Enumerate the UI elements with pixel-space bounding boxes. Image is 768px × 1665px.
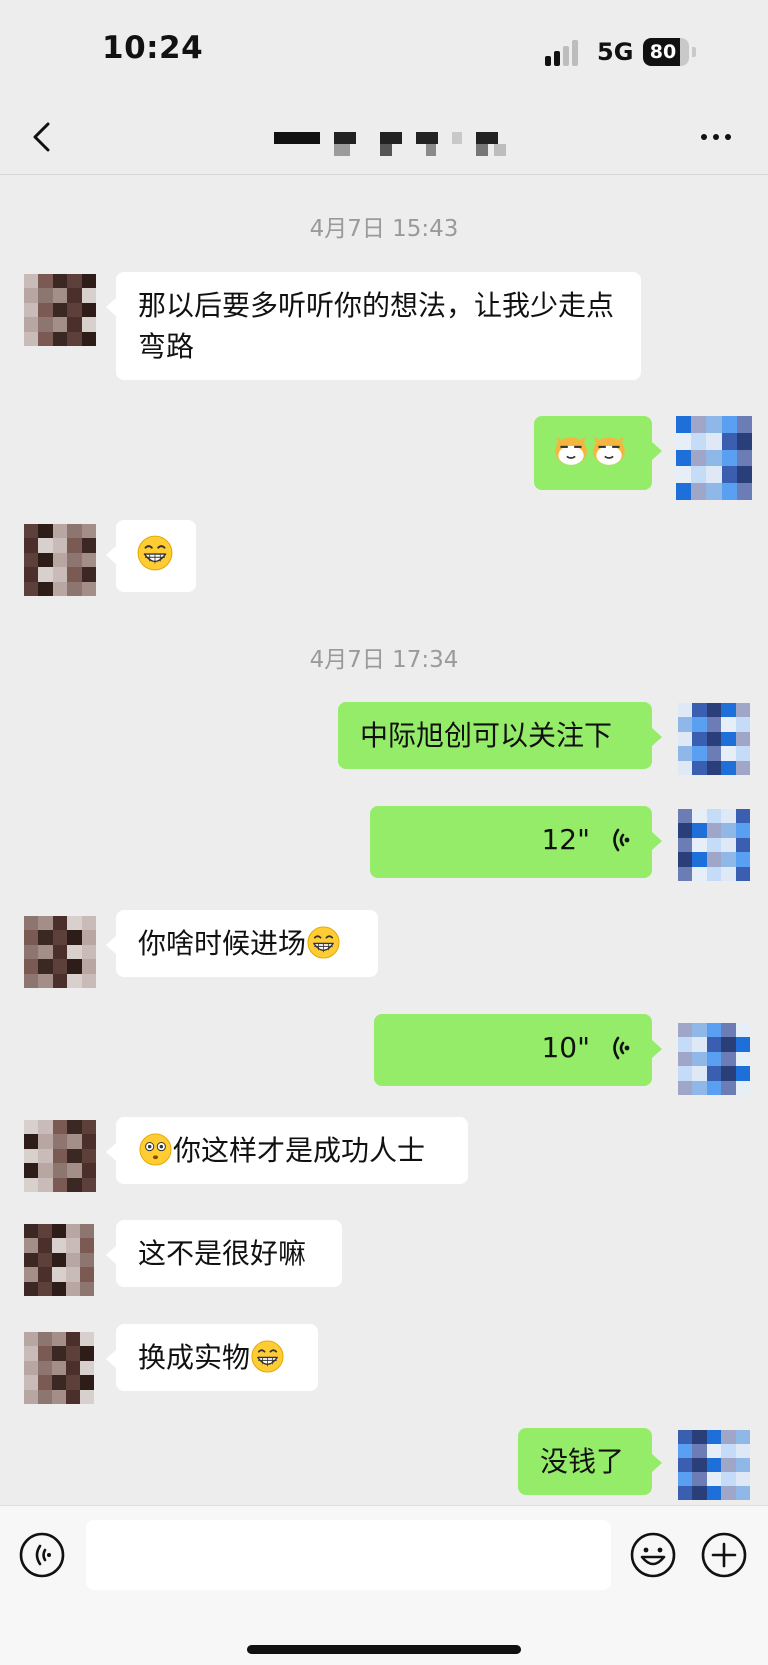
smiley-icon[interactable] <box>629 1531 677 1579</box>
contact-avatar[interactable] <box>24 1120 96 1192</box>
my-avatar[interactable] <box>678 1023 750 1095</box>
message-bubble-incoming[interactable]: 换成实物 <box>106 1324 318 1391</box>
signal-strength-icon <box>545 40 585 66</box>
message-bubble-incoming[interactable]: 你啥时候进场 <box>106 910 378 977</box>
message-text: 换成实物 <box>138 1341 251 1374</box>
cat-emoji-icon <box>555 436 587 465</box>
my-avatar[interactable] <box>678 1430 750 1500</box>
home-indicator <box>247 1645 521 1654</box>
input-bar <box>0 1505 768 1665</box>
message-text: 没钱了 <box>540 1445 625 1478</box>
voice-duration: 12" <box>541 823 590 856</box>
status-time: 10:24 <box>102 30 204 66</box>
my-avatar[interactable] <box>676 416 752 500</box>
battery-tip <box>692 47 696 57</box>
more-dots-icon[interactable] <box>696 122 736 152</box>
timestamp: 4月7日 17:34 <box>309 647 459 673</box>
flushed-emoji-icon <box>139 1133 172 1166</box>
my-avatar[interactable] <box>678 703 750 775</box>
chat-header <box>0 100 768 175</box>
my-avatar[interactable] <box>678 809 750 881</box>
message-bubble-incoming[interactable]: 这不是很好嘛 <box>106 1220 342 1287</box>
chevron-left-icon[interactable] <box>26 120 60 154</box>
network-type: 5G <box>597 38 634 66</box>
message-bubble-incoming[interactable]: 你这样才是成功人士 <box>106 1117 468 1184</box>
message-text: 你这样才是成功人士 <box>173 1134 426 1167</box>
contact-avatar[interactable] <box>24 1224 94 1296</box>
grin-emoji-icon <box>307 926 340 959</box>
voice-duration: 10" <box>541 1031 590 1064</box>
battery-level: 80 <box>649 41 677 63</box>
voice-wave-icon <box>613 1036 630 1059</box>
message-bubble-incoming[interactable] <box>106 520 196 592</box>
message-text: 你啥时候进场 <box>138 927 307 960</box>
message-text: 中际旭创可以关注下 <box>360 719 613 752</box>
contact-avatar[interactable] <box>24 916 96 988</box>
contact-avatar[interactable] <box>24 524 96 596</box>
grin-emoji-icon <box>251 1340 284 1373</box>
voice-wave-icon <box>613 828 630 851</box>
chat-title-obscured <box>270 126 520 156</box>
voice-message-bubble[interactable]: 12" <box>370 806 662 878</box>
message-text: 那以后要多听听你的想法，让我少走点弯路 <box>138 289 615 363</box>
plus-circle-icon[interactable] <box>700 1531 748 1579</box>
message-bubble-outgoing[interactable]: 中际旭创可以关注下 <box>338 702 662 769</box>
message-bubble-incoming[interactable]: 那以后要多听听你的想法，让我少走点弯路 <box>106 272 641 380</box>
voice-input-icon[interactable] <box>18 1531 66 1579</box>
contact-avatar[interactable] <box>24 1332 94 1404</box>
contact-avatar[interactable] <box>24 274 96 346</box>
message-text: 这不是很好嘛 <box>138 1237 307 1270</box>
message-bubble-outgoing[interactable]: 没钱了 <box>518 1428 662 1495</box>
voice-message-bubble[interactable]: 10" <box>374 1014 662 1086</box>
message-bubble-outgoing[interactable] <box>534 416 662 490</box>
status-bar: 10:24 5G 80 <box>0 0 768 100</box>
grin-emoji-icon <box>137 535 173 571</box>
cat-emoji-icon <box>593 436 625 465</box>
battery-icon: 80 <box>643 38 689 66</box>
message-input[interactable] <box>86 1520 611 1590</box>
timestamp: 4月7日 15:43 <box>309 216 459 242</box>
